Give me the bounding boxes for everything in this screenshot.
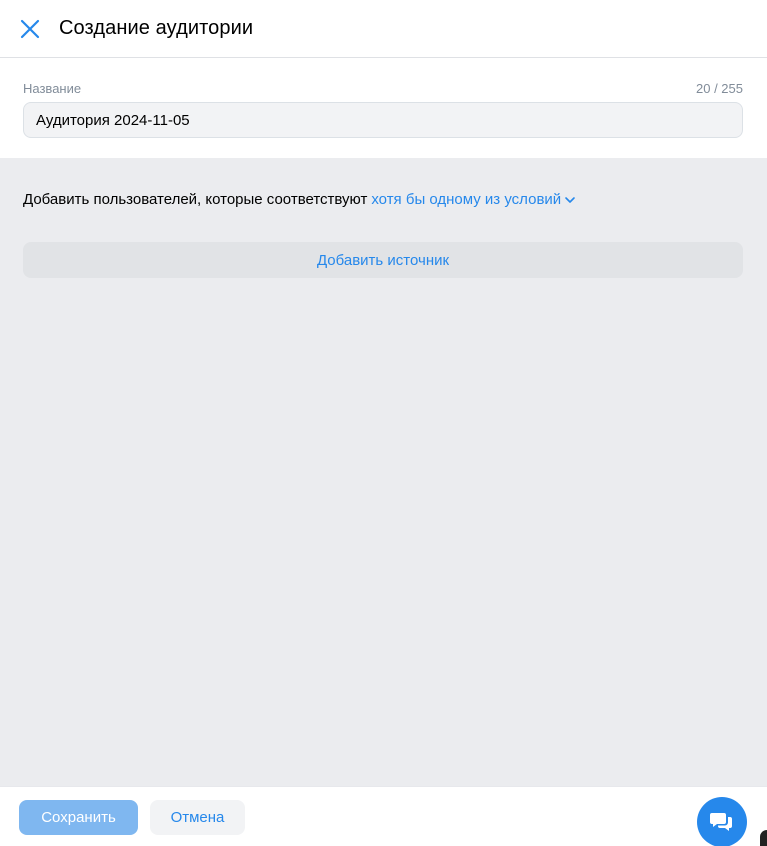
rules-section: Добавить пользователей, которые соответс… [0,158,767,786]
rule-prefix-text: Добавить пользователей, которые соответс… [23,191,368,208]
save-button[interactable]: Сохранить [19,800,138,835]
audience-name-input[interactable] [23,102,743,138]
footer: Сохранить Отмена [0,786,767,846]
close-icon [20,19,40,38]
page-title: Создание аудитории [59,17,254,39]
cancel-button[interactable]: Отмена [150,800,245,835]
name-field-label: Название [23,81,82,96]
window-corner [760,830,767,846]
name-section: Название 20 / 255 [0,58,767,158]
rule-sentence: Добавить пользователей, которые соответс… [23,191,576,208]
condition-dropdown-label: хотя бы одному из условий [371,191,562,208]
condition-dropdown[interactable]: хотя бы одному из условий [371,191,576,208]
chevron-down-icon [564,196,576,204]
chat-button[interactable] [697,797,747,846]
chat-bubbles-icon [710,813,732,831]
add-source-button[interactable]: Добавить источник [23,242,743,278]
close-button[interactable] [19,18,41,40]
header: Создание аудитории [0,0,767,58]
name-char-counter: 20 / 255 [696,81,743,96]
